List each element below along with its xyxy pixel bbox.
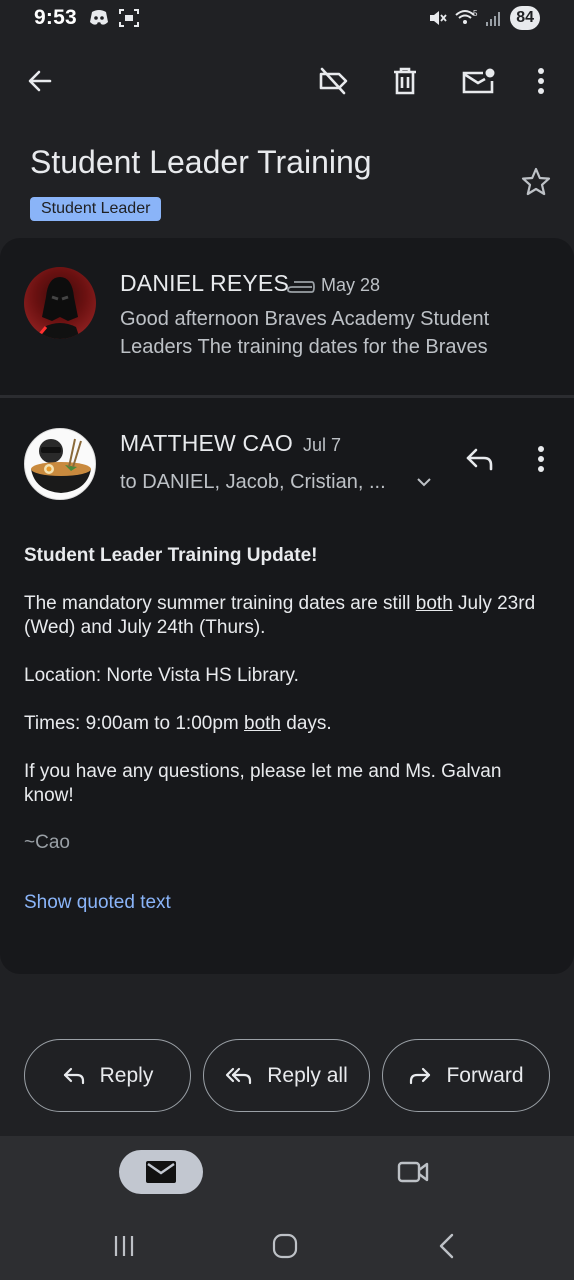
reply-icon-button[interactable]	[457, 437, 501, 481]
message-heading: Student Leader Training Update!	[24, 545, 318, 566]
more-vert-icon	[538, 68, 544, 94]
signal-icon	[486, 12, 501, 26]
reply-label: Reply	[99, 1063, 154, 1087]
chevron-down-icon[interactable]	[416, 476, 432, 488]
forward-button[interactable]: Forward	[382, 1039, 550, 1112]
message-snippet: Good afternoon Braves Academy Student Le…	[120, 308, 490, 358]
attachment-icon	[287, 281, 315, 293]
collapsed-message[interactable]: DANIEL REYES May 28 Good afternoon Brave…	[0, 238, 574, 395]
video-camera-icon	[397, 1161, 429, 1183]
forward-label: Forward	[446, 1063, 524, 1087]
home-button[interactable]	[263, 1224, 307, 1268]
delete-button[interactable]	[383, 59, 427, 103]
message-more-button[interactable]	[519, 437, 563, 481]
reply-button[interactable]: Reply	[24, 1039, 191, 1112]
message-paragraph: Location: Norte Vista HS Library.	[24, 665, 299, 686]
meet-tab[interactable]	[391, 1150, 435, 1194]
more-options-button[interactable]	[519, 59, 563, 103]
status-time: 9:53	[34, 6, 77, 29]
reply-all-label: Reply all	[267, 1063, 348, 1087]
mark-unread-button[interactable]	[456, 59, 500, 103]
back-button[interactable]	[18, 59, 62, 103]
message-date: May 28	[321, 275, 381, 295]
home-icon	[272, 1233, 298, 1259]
status-system-icons: 5 84	[427, 6, 540, 30]
avatar	[24, 267, 96, 339]
mail-icon	[146, 1161, 176, 1183]
mail-tab[interactable]	[119, 1150, 203, 1194]
trash-icon	[394, 67, 416, 95]
discord-icon	[90, 10, 108, 25]
message-paragraph: The mandatory summer training dates are …	[24, 593, 536, 638]
darth-vader-avatar-icon	[34, 277, 80, 339]
reply-icon	[63, 1067, 84, 1084]
message-paragraph: Times: 9:00am to 1:00pm both days.	[24, 713, 332, 734]
avatar	[24, 428, 96, 500]
thread-subject: Student Leader Training	[30, 144, 372, 180]
status-notification-icons	[88, 8, 140, 28]
wifi-band-label: 5	[473, 9, 478, 18]
mute-icon	[430, 11, 447, 25]
arrow-left-icon	[28, 70, 52, 92]
message-date: Jul 7	[303, 435, 342, 455]
mail-unread-icon	[462, 68, 495, 94]
screenshot-icon	[119, 9, 139, 27]
system-back-button[interactable]	[424, 1224, 468, 1268]
sender-name: MATTHEW CAO	[120, 430, 293, 456]
reply-icon	[466, 448, 493, 471]
recent-apps-button[interactable]	[102, 1224, 146, 1268]
ramen-avatar-icon	[31, 438, 91, 493]
wifi-icon: 5	[455, 9, 478, 24]
star-button[interactable]	[520, 166, 552, 203]
message-paragraph: If you have any questions, please let me…	[24, 761, 502, 806]
label-chip[interactable]: Student Leader	[30, 197, 162, 221]
battery-level: 84	[510, 6, 540, 30]
remove-label-button[interactable]	[311, 59, 355, 103]
label-off-icon	[319, 67, 348, 95]
recent-apps-icon	[114, 1236, 134, 1256]
reply-all-icon	[226, 1067, 252, 1084]
chevron-left-icon	[439, 1233, 454, 1259]
sender-name: DANIEL REYES	[120, 270, 289, 296]
more-vert-icon	[538, 446, 544, 472]
forward-icon	[410, 1067, 431, 1084]
star-icon	[521, 167, 551, 196]
expanded-message: MATTHEW CAO Jul 7 to DANIEL, Jacob, Cris…	[0, 398, 574, 974]
reply-all-button[interactable]: Reply all	[203, 1039, 370, 1112]
signature: ~Cao	[24, 832, 70, 853]
show-quoted-text-link[interactable]: Show quoted text	[24, 892, 171, 914]
recipients-summary[interactable]: to DANIEL, Jacob, Cristian, ...	[120, 471, 386, 494]
